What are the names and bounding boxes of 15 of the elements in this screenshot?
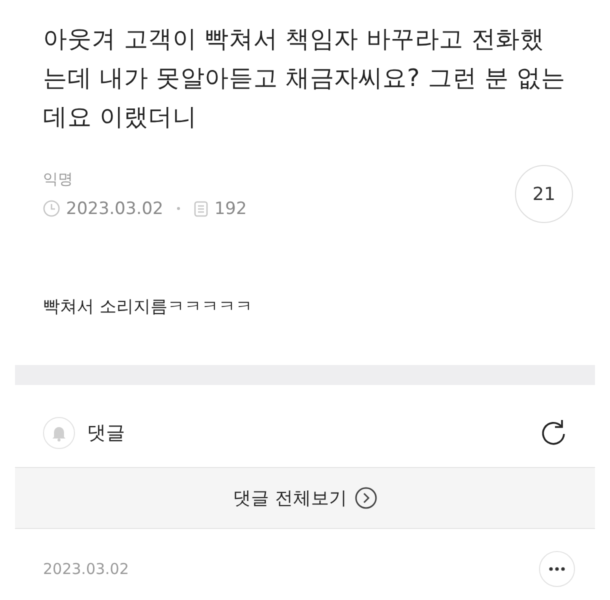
comment-count-button[interactable]: 21 bbox=[515, 165, 573, 223]
comments-heading: 댓글 bbox=[87, 421, 126, 446]
clock-icon bbox=[43, 200, 60, 217]
post-body: 빡쳐서 소리지름ㅋㅋㅋㅋㅋ bbox=[43, 296, 254, 319]
more-options-button[interactable] bbox=[539, 551, 575, 587]
view-count: 192 bbox=[214, 198, 247, 218]
post-date: 2023.03.02 bbox=[66, 198, 164, 218]
author-name: 익명 bbox=[43, 170, 74, 188]
document-icon bbox=[194, 200, 208, 216]
separator-dot bbox=[177, 207, 180, 210]
comment-date: 2023.03.02 bbox=[43, 560, 129, 578]
chevron-circle-icon bbox=[354, 487, 377, 509]
ellipsis-icon bbox=[549, 567, 565, 571]
view-all-comments-button[interactable]: 댓글 전체보기 bbox=[15, 467, 595, 529]
post-title: 아웃겨 고객이 빡쳐서 책임자 바꾸라고 전화했는데 내가 못알아듣고 채금자씨요? 그런 분 없는데요 이랬더니 bbox=[43, 24, 566, 133]
